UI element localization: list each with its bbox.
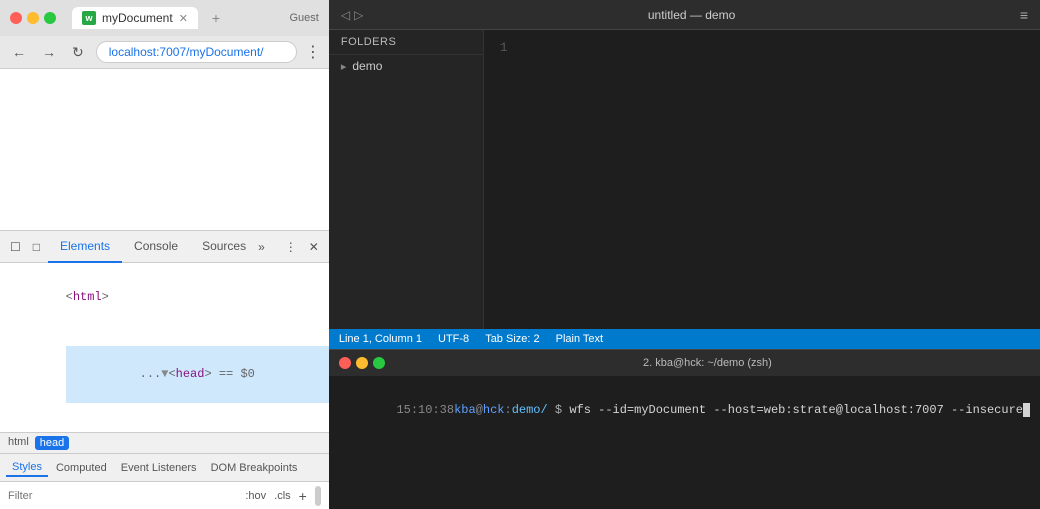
filter-add-button[interactable]: + (299, 488, 307, 504)
terminal-time: 15:10:38 (396, 403, 454, 417)
editor-menu-button[interactable]: ≡ (1020, 7, 1028, 23)
terminal-traffic-lights (339, 357, 385, 369)
filter-cls[interactable]: .cls (274, 490, 291, 502)
editor-area: 1 (484, 30, 1040, 329)
devtools-panel: ☐ □ Elements Console Sources » ⋮ ✕ (0, 230, 329, 509)
address-bar[interactable]: localhost:7007/myDocument/ (96, 41, 297, 63)
devtools-menu-button[interactable]: ⋮ (281, 236, 301, 258)
more-button[interactable]: ⋮ (305, 42, 321, 62)
forward-button[interactable]: → (38, 42, 60, 62)
breadcrumb: html head (0, 432, 329, 453)
close-button[interactable] (10, 12, 22, 24)
browser-tab[interactable]: w myDocument ✕ (72, 7, 198, 29)
editor-content: 1 (484, 30, 1040, 329)
terminal-maximize-button[interactable] (373, 357, 385, 369)
folder-name: demo (352, 59, 382, 73)
folder-icon: ▸ (341, 60, 347, 73)
filter-pseudo[interactable]: :hov (245, 490, 266, 502)
terminal-titlebar: 2. kba@hck: ~/demo (zsh) (329, 350, 1040, 376)
browser-content (0, 69, 329, 230)
editor-title: untitled — demo (363, 8, 1020, 22)
line-number-1: 1 (500, 38, 508, 59)
browser-titlebar: w myDocument ✕ + Guest (0, 0, 329, 36)
terminal-dir: demo/ (512, 403, 548, 417)
terminal-title: 2. kba@hck: ~/demo (zsh) (385, 357, 1030, 369)
html-tree-line-3[interactable]: <title>myDocument</title> (8, 423, 321, 433)
devtools-close-button[interactable]: ✕ (305, 236, 323, 258)
styles-tab-computed[interactable]: Computed (50, 460, 113, 476)
folders-panel: FOLDERS ▸ demo (329, 30, 484, 329)
devtools-actions: ⋮ ✕ (281, 236, 323, 258)
browser-chrome: w myDocument ✕ + Guest ← → ↻ localhost:7… (0, 0, 329, 69)
styles-tab-dom-breakpoints[interactable]: DOM Breakpoints (205, 460, 304, 476)
browser-panel: w myDocument ✕ + Guest ← → ↻ localhost:7… (0, 0, 329, 509)
more-tabs-button[interactable]: » (258, 240, 265, 254)
tab-elements[interactable]: Elements (48, 231, 122, 263)
selected-line: ...▼<head> == $0 (66, 346, 329, 404)
terminal-content[interactable]: 15:10:38kba@hck:demo/ $ wfs --id=myDocum… (329, 376, 1040, 509)
tab-title: myDocument (102, 11, 173, 25)
tab-console[interactable]: Console (122, 231, 190, 263)
device-button[interactable]: □ (29, 236, 44, 258)
status-encoding[interactable]: UTF-8 (438, 333, 469, 345)
devtools-tabs: Elements Console Sources » (48, 231, 265, 263)
tab-favicon: w (82, 11, 96, 25)
terminal-line-1: 15:10:38kba@hck:demo/ $ wfs --id=myDocum… (339, 382, 1030, 440)
terminal-minimize-button[interactable] (356, 357, 368, 369)
tab-sources[interactable]: Sources (190, 231, 258, 263)
devtools-toolbar: ☐ □ Elements Console Sources » ⋮ ✕ (0, 231, 329, 263)
editor-nav-buttons: ◁ ▷ (341, 8, 363, 22)
html-tree-line-1[interactable]: <html> (8, 269, 321, 327)
folders-header: FOLDERS (329, 30, 483, 55)
folder-demo[interactable]: ▸ demo (329, 55, 483, 77)
filter-scrollbar[interactable] (315, 486, 321, 506)
terminal-close-button[interactable] (339, 357, 351, 369)
styles-tab-styles[interactable]: Styles (6, 459, 48, 477)
address-bar-container: ← → ↻ localhost:7007/myDocument/ ⋮ (0, 36, 329, 69)
status-language[interactable]: Plain Text (556, 333, 604, 345)
status-position[interactable]: Line 1, Column 1 (339, 333, 422, 345)
back-button[interactable]: ← (8, 42, 30, 62)
filter-bar: :hov .cls + (0, 481, 329, 509)
filter-input[interactable] (8, 490, 237, 502)
terminal-host: hck (483, 403, 505, 417)
editor-next-button[interactable]: ▷ (354, 8, 363, 22)
editor-titlebar: ◁ ▷ untitled — demo ≡ (329, 0, 1040, 30)
inspector-button[interactable]: ☐ (6, 236, 25, 258)
editor-panel: ◁ ▷ untitled — demo ≡ FOLDERS ▸ demo 1 (329, 0, 1040, 509)
styles-tab-bar: Styles Computed Event Listeners DOM Brea… (0, 453, 329, 481)
terminal-command: wfs --id=myDocument --host=web:strate@lo… (569, 403, 1023, 417)
maximize-button[interactable] (44, 12, 56, 24)
url-display: localhost:7007/myDocument/ (109, 45, 264, 59)
breadcrumb-html[interactable]: html (8, 436, 29, 450)
reload-button[interactable]: ↻ (68, 42, 88, 63)
editor-prev-button[interactable]: ◁ (341, 8, 350, 22)
html-tree: <html> ...▼<head> == $0 <title>myDocumen… (0, 263, 329, 432)
styles-tab-event-listeners[interactable]: Event Listeners (115, 460, 203, 476)
editor-main: FOLDERS ▸ demo 1 (329, 30, 1040, 329)
traffic-lights (10, 12, 56, 24)
tab-close-button[interactable]: ✕ (179, 12, 188, 25)
guest-label: Guest (289, 12, 318, 24)
terminal-user: kba (454, 403, 476, 417)
editor-statusbar: Line 1, Column 1 UTF-8 Tab Size: 2 Plain… (329, 329, 1040, 349)
editor-text-area[interactable] (524, 38, 1024, 321)
minimize-button[interactable] (27, 12, 39, 24)
terminal-panel: 2. kba@hck: ~/demo (zsh) 15:10:38kba@hck… (329, 349, 1040, 509)
breadcrumb-head[interactable]: head (35, 436, 69, 450)
line-numbers: 1 (500, 38, 508, 321)
html-tree-line-2[interactable]: ...▼<head> == $0 (8, 327, 321, 423)
new-tab-button[interactable]: + (204, 6, 228, 30)
status-tab-size[interactable]: Tab Size: 2 (485, 333, 539, 345)
terminal-cursor (1023, 403, 1030, 417)
